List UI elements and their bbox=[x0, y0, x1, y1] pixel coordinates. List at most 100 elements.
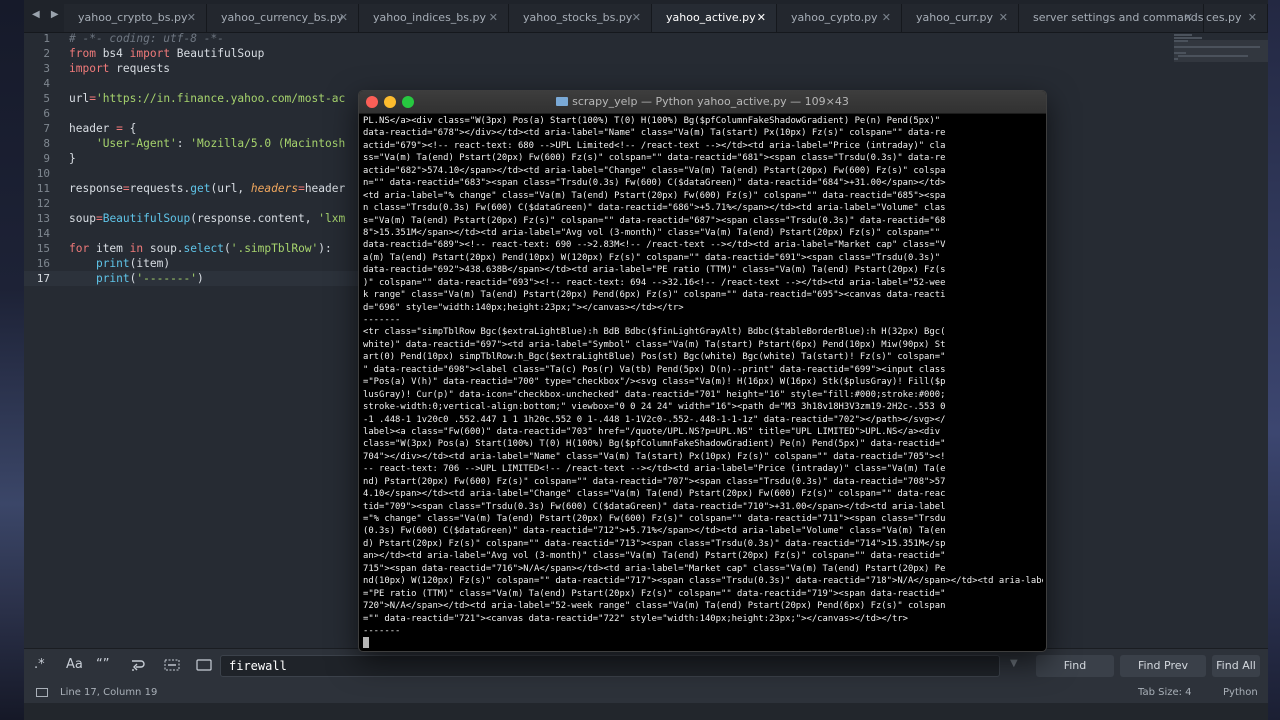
terminal-line: class="W(3px) Pos(a) Start(100%) T(0) H(… bbox=[363, 439, 946, 450]
code-token: = bbox=[122, 182, 130, 195]
code-line[interactable]: print(item) bbox=[69, 257, 170, 270]
terminal-line: 720">N/A</span></td><td aria-label="52-w… bbox=[363, 601, 946, 612]
terminal-line: (0.3s) Fw(600) C($dataGreen)" data-react… bbox=[363, 526, 946, 537]
syntax-mode[interactable]: Python bbox=[1223, 683, 1258, 703]
code-line[interactable]: 'User-Agent': 'Mozilla/5.0 (Macintosh bbox=[69, 137, 345, 150]
tab-label: yahoo_curr.py bbox=[916, 11, 994, 24]
code-line[interactable]: header = { bbox=[69, 122, 136, 135]
terminal-line: data-reactid="692">438.638B</span></td><… bbox=[363, 265, 946, 276]
code-line[interactable]: url='https://in.finance.yahoo.com/most-a… bbox=[69, 92, 345, 105]
line-number: 3 bbox=[43, 62, 50, 75]
code-line[interactable]: soup=BeautifulSoup(response.content, 'lx… bbox=[69, 212, 345, 225]
panel-toggle-icon[interactable] bbox=[36, 688, 48, 697]
code-token: BeautifulSoup bbox=[102, 212, 191, 225]
minimap[interactable] bbox=[1174, 34, 1264, 64]
case-sensitive-toggle[interactable]: Aa bbox=[66, 657, 83, 672]
terminal-title-text: scrapy_yelp — Python yahoo_active.py — 1… bbox=[572, 95, 849, 108]
terminal-line: " data-reactid="698"><label class="Ta(c)… bbox=[363, 364, 946, 375]
line-number-current: 17 bbox=[36, 272, 50, 285]
code-token: (response.content, bbox=[190, 212, 319, 225]
terminal-line: nd(10px) W(120px) Fz(s)" colspan="" data… bbox=[363, 576, 1043, 587]
tab-yahoo-stocks-bs[interactable]: yahoo_stocks_bs.py ✕ bbox=[509, 4, 652, 32]
find-history-dropdown-icon[interactable]: ▼ bbox=[1010, 658, 1018, 669]
find-all-button[interactable]: Find All bbox=[1212, 655, 1260, 677]
close-icon[interactable]: ✕ bbox=[1248, 4, 1257, 32]
find-button[interactable]: Find bbox=[1036, 655, 1114, 677]
find-prev-button[interactable]: Find Prev bbox=[1120, 655, 1206, 677]
tab-yahoo-indices-bs[interactable]: yahoo_indices_bs.py ✕ bbox=[359, 4, 509, 32]
code-line[interactable]: from bs4 import BeautifulSoup bbox=[69, 47, 264, 60]
tab-size[interactable]: Tab Size: 4 bbox=[1138, 683, 1192, 703]
whole-word-toggle[interactable]: “” bbox=[96, 657, 109, 672]
terminal-line: )" colspan="" data-reactid="693"><!-- re… bbox=[363, 277, 946, 288]
close-icon[interactable]: ✕ bbox=[187, 4, 196, 32]
tab-bar: ◀ ▶ yahoo_crypto_bs.py ✕ yahoo_currency_b… bbox=[24, 0, 1268, 33]
tab-yahoo-cypto[interactable]: yahoo_cypto.py ✕ bbox=[777, 4, 902, 32]
code-line-current[interactable]: print('-------') bbox=[69, 272, 204, 285]
code-token: headers bbox=[250, 182, 299, 195]
code-token: soup bbox=[69, 212, 96, 225]
code-token: BeautifulSoup bbox=[170, 47, 265, 60]
terminal-line: n class="Trsdu(0.3s) Fw(600) C($dataGree… bbox=[363, 203, 946, 214]
code-line[interactable]: # -*- coding: utf-8 -*- bbox=[69, 32, 224, 45]
tab-yahoo-currency-bs[interactable]: yahoo_currency_bs.py ✕ bbox=[207, 4, 359, 32]
code-token: (item) bbox=[129, 257, 171, 270]
close-icon[interactable]: ✕ bbox=[882, 4, 891, 32]
terminal-output[interactable]: PL.NS</a><div class="W(3px) Pos(a) Start… bbox=[363, 115, 1043, 650]
tab-ces[interactable]: ces.py ✕ bbox=[1204, 4, 1268, 32]
terminal-line: ss="Va(m) Ta(end) Pstart(20px) Fw(600) F… bbox=[363, 153, 946, 164]
code-token: header bbox=[304, 182, 346, 195]
terminal-line: 704"></div></td><td aria-label="Name" cl… bbox=[363, 451, 946, 462]
terminal-prompt-line[interactable] bbox=[363, 637, 1043, 649]
back-forward-icon[interactable]: ◀ ▶ bbox=[32, 9, 63, 20]
close-icon[interactable]: ✕ bbox=[757, 4, 766, 32]
tab-yahoo-curr[interactable]: yahoo_curr.py ✕ bbox=[902, 4, 1019, 32]
terminal-window: scrapy_yelp — Python yahoo_active.py — 1… bbox=[358, 90, 1047, 652]
line-number: 16 bbox=[36, 257, 50, 270]
desktop-wallpaper-left bbox=[0, 0, 24, 720]
code-token: item bbox=[89, 242, 130, 255]
wrap-icon[interactable] bbox=[130, 658, 146, 676]
close-icon[interactable]: ✕ bbox=[632, 4, 641, 32]
code-token: from bbox=[69, 47, 96, 60]
terminal-line: 4.10</span></td><td aria-label="Change" … bbox=[363, 489, 946, 500]
terminal-line: art(0) Pend(10px) simpTblRow:h_Bgc($extr… bbox=[363, 352, 946, 363]
close-icon[interactable]: ✕ bbox=[489, 4, 498, 32]
code-token: 'Mozilla/5.0 (Macintosh bbox=[190, 137, 346, 150]
tab-label: server settings and commands bbox=[1033, 11, 1204, 24]
code-token: '-------' bbox=[136, 272, 198, 285]
close-icon[interactable]: ✕ bbox=[1184, 4, 1193, 32]
tab-yahoo-active[interactable]: yahoo_active.py ✕ bbox=[652, 4, 777, 32]
tab-server-settings[interactable]: server settings and commands ✕ bbox=[1019, 4, 1204, 32]
tab-label: yahoo_cypto.py bbox=[791, 11, 878, 24]
terminal-line: actid="679"><!-- react-text: 680 -->UPL … bbox=[363, 140, 946, 151]
close-icon[interactable]: ✕ bbox=[339, 4, 348, 32]
in-selection-icon[interactable] bbox=[164, 659, 180, 675]
line-number: 7 bbox=[43, 122, 50, 135]
highlight-matches-icon[interactable] bbox=[196, 659, 212, 675]
tab-label: yahoo_stocks_bs.py bbox=[523, 11, 633, 24]
code-token: 'lxm bbox=[318, 212, 346, 225]
code-line[interactable]: import requests bbox=[69, 62, 170, 75]
terminal-titlebar[interactable]: scrapy_yelp — Python yahoo_active.py — 1… bbox=[359, 91, 1046, 114]
tab-yahoo-crypto-bs[interactable]: yahoo_crypto_bs.py ✕ bbox=[64, 4, 207, 32]
code-token: (url, bbox=[210, 182, 251, 195]
code-line[interactable]: } bbox=[69, 152, 76, 165]
terminal-line: k range" class="Va(m) Ta(end) Pstart(20p… bbox=[363, 290, 946, 301]
line-number: 8 bbox=[43, 137, 50, 150]
line-number-gutter: 1 2 3 4 5 6 7 8 9 10 11 12 13 14 15 16 1… bbox=[24, 32, 54, 646]
code-line[interactable]: response=requests.get(url, headers=heade… bbox=[69, 182, 345, 195]
tab-label: ces.py bbox=[1206, 11, 1242, 24]
code-token: header bbox=[69, 122, 117, 135]
code-token: { bbox=[122, 122, 137, 135]
find-query: firewall bbox=[229, 659, 287, 673]
regex-toggle[interactable]: .* bbox=[34, 657, 45, 672]
line-number: 15 bbox=[36, 242, 50, 255]
tab-label: yahoo_active.py bbox=[666, 11, 756, 24]
terminal-line: white)" data-reactid="697"><td aria-labe… bbox=[363, 339, 946, 350]
line-number: 9 bbox=[43, 152, 50, 165]
close-icon[interactable]: ✕ bbox=[999, 4, 1008, 32]
code-line[interactable]: for item in soup.select('.simpTblRow'): bbox=[69, 242, 332, 255]
terminal-line: s="Va(m) Ta(end) Pstart(20px) Fz(s)" col… bbox=[363, 215, 946, 226]
find-input[interactable]: firewall bbox=[220, 655, 1000, 677]
